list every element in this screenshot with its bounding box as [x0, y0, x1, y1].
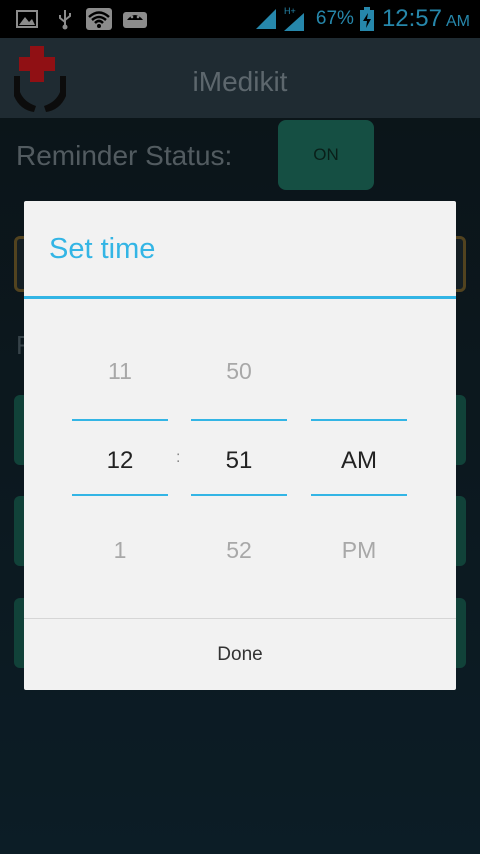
- ampm-selection-top-line: [311, 419, 407, 421]
- hour-selected[interactable]: 12: [72, 447, 168, 475]
- hour-prev[interactable]: 11: [72, 358, 168, 385]
- done-button[interactable]: Done: [24, 619, 456, 690]
- ampm-selected[interactable]: AM: [311, 447, 407, 475]
- hour-next[interactable]: 1: [72, 537, 168, 564]
- minute-selected[interactable]: 51: [191, 447, 287, 475]
- hour-selection-top-line: [72, 419, 168, 421]
- minute-prev[interactable]: 50: [191, 358, 287, 385]
- minute-selection-bottom-line: [191, 494, 287, 496]
- ampm-next[interactable]: PM: [311, 537, 407, 564]
- minute-selection-top-line: [191, 419, 287, 421]
- hour-selection-bottom-line: [72, 494, 168, 496]
- ampm-selection-bottom-line: [311, 494, 407, 496]
- dialog-title: Set time: [49, 233, 156, 265]
- minute-next[interactable]: 52: [191, 537, 287, 564]
- time-separator: :: [176, 449, 181, 466]
- set-time-dialog: Set time 11 12 1 : 50 51 52 AM PM Done: [24, 201, 456, 690]
- dialog-title-divider: [24, 296, 456, 299]
